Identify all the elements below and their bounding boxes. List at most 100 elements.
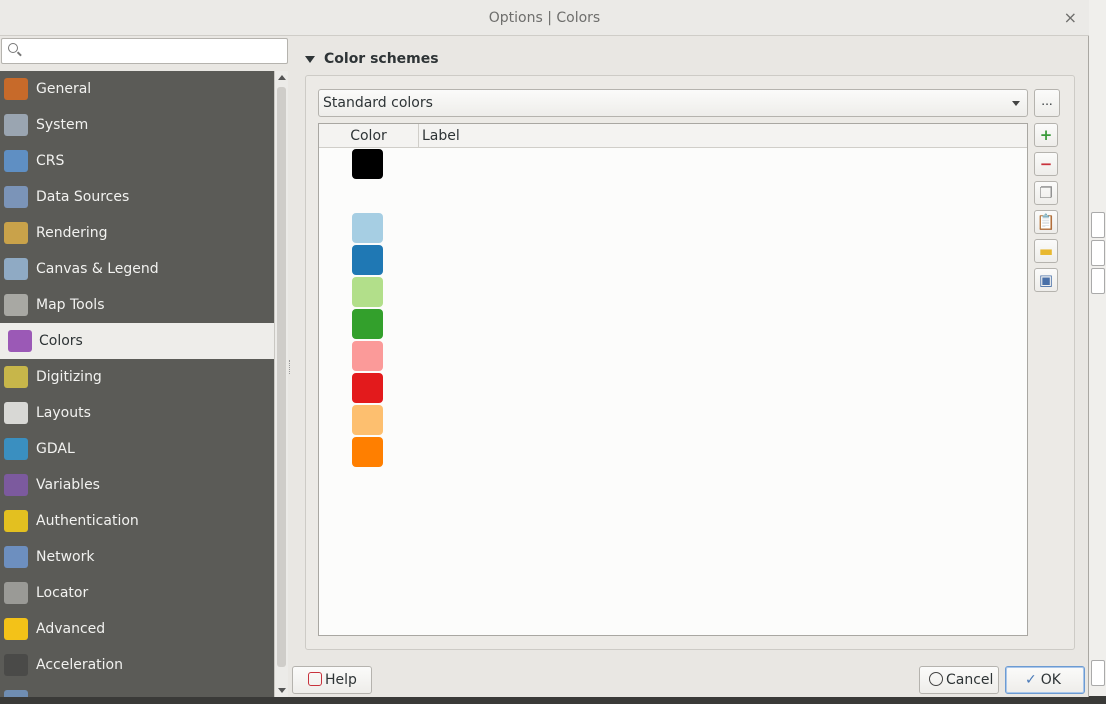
sidebar-item-label: CRS (36, 153, 65, 169)
sidebar-item-locator[interactable]: Locator (0, 575, 274, 611)
gdal-icon (4, 438, 28, 460)
scheme-menu-button[interactable]: ... (1034, 89, 1060, 117)
locator-icon (4, 582, 28, 604)
column-header-label[interactable]: Label (420, 124, 460, 148)
authentication-icon (4, 510, 28, 532)
sidebar-item-label: GDAL (36, 441, 75, 457)
export-colors-icon: ▣ (1038, 271, 1054, 289)
cancel-icon (929, 672, 943, 686)
sidebar-item-variables[interactable]: Variables (0, 467, 274, 503)
sidebar-item-authentication[interactable]: Authentication (0, 503, 274, 539)
left-panel: General System CRS Data Sources Rendering Can… (0, 37, 289, 697)
sidebar-item-digitizing[interactable]: Digitizing (0, 359, 274, 395)
sidebar-item-data-sources[interactable]: Data Sources (0, 179, 274, 215)
sidebar-item-map-tools[interactable]: Map Tools (0, 287, 274, 323)
background-widget (1091, 240, 1105, 266)
sidebar-item-label: Map Tools (36, 297, 105, 313)
color-table: Color Label (318, 123, 1028, 636)
sidebar-item-label: Data Sources (36, 189, 130, 205)
network-icon (4, 546, 28, 568)
help-button[interactable]: Help (292, 666, 372, 694)
color-swatch[interactable] (352, 277, 383, 307)
cancel-button[interactable]: Cancel (919, 666, 999, 694)
import-colors-button[interactable]: ▬ (1034, 239, 1058, 263)
more-icon (4, 690, 28, 697)
background-map-strip (0, 696, 1106, 704)
scroll-up-icon[interactable] (278, 75, 286, 80)
sidebar-item-label: System (36, 117, 89, 133)
canvas-legend-icon (4, 258, 28, 280)
scroll-thumb[interactable] (277, 87, 286, 667)
remove-color-button[interactable]: − (1034, 152, 1058, 176)
color-swatch[interactable] (352, 341, 383, 371)
export-colors-button[interactable]: ▣ (1034, 268, 1058, 292)
copy-colors-button[interactable]: ❐ (1034, 181, 1058, 205)
close-icon[interactable]: × (1064, 0, 1077, 36)
help-label: Help (325, 672, 357, 688)
sidebar-item-advanced[interactable]: Advanced (0, 611, 274, 647)
sidebar-item-crs[interactable]: CRS (0, 143, 274, 179)
right-panel: Color schemes Standard colors ... Color … (291, 37, 1089, 697)
help-icon (308, 672, 322, 686)
ok-button[interactable]: ✓ OK (1005, 666, 1085, 694)
sidebar-item-acceleration[interactable]: Acceleration (0, 647, 274, 683)
nav-scrollbar[interactable] (274, 71, 288, 697)
color-schemes-header[interactable]: Color schemes (305, 51, 439, 71)
add-color-button[interactable]: + (1034, 123, 1058, 147)
general-icon (4, 78, 28, 100)
acceleration-icon (4, 654, 28, 676)
options-dialog: Options | Colors × General System CRS Data … (0, 0, 1089, 697)
color-swatch[interactable] (352, 309, 383, 339)
scroll-down-icon[interactable] (278, 688, 286, 693)
cancel-label: Cancel (946, 672, 994, 688)
sidebar-item-label: Advanced (36, 621, 106, 637)
sidebar-item-label: Layouts (36, 405, 91, 421)
add-color-icon: + (1039, 126, 1053, 144)
sidebar-item-layouts[interactable]: Layouts (0, 395, 274, 431)
sidebar-item-label: Locator (36, 585, 89, 601)
check-icon: ✓ (1025, 672, 1037, 688)
search-input[interactable] (24, 41, 284, 61)
sidebar-item-rendering[interactable]: Rendering (0, 215, 274, 251)
ok-label: OK (1040, 672, 1061, 688)
background-widget (1091, 212, 1105, 238)
window-title: Options | Colors (488, 10, 601, 26)
colors-icon (8, 330, 32, 352)
sidebar-item-more[interactable] (0, 683, 274, 697)
collapse-icon[interactable] (305, 55, 315, 63)
variables-icon (4, 474, 28, 496)
copy-colors-icon: ❐ (1039, 184, 1053, 202)
table-header: Color Label (319, 124, 1027, 148)
sidebar-item-label: Colors (39, 333, 83, 349)
paste-colors-icon: 📋 (1036, 213, 1056, 231)
import-colors-icon: ▬ (1038, 242, 1054, 260)
color-swatch[interactable] (352, 213, 383, 243)
scheme-select[interactable]: Standard colors (318, 89, 1028, 117)
sidebar-item-general[interactable]: General (0, 71, 274, 107)
paste-colors-button[interactable]: 📋 (1034, 210, 1058, 234)
sidebar-item-label: Canvas & Legend (36, 261, 159, 277)
remove-color-icon: − (1039, 155, 1053, 173)
layouts-icon (4, 402, 28, 424)
color-swatch[interactable] (352, 405, 383, 435)
color-swatch[interactable] (352, 437, 383, 467)
color-swatch[interactable] (352, 149, 383, 179)
chevron-down-icon (1012, 101, 1020, 106)
sidebar-item-network[interactable]: Network (0, 539, 274, 575)
sidebar-item-system[interactable]: System (0, 107, 274, 143)
sidebar-item-gdal[interactable]: GDAL (0, 431, 274, 467)
color-swatch[interactable] (352, 245, 383, 275)
system-icon (4, 114, 28, 136)
sidebar-item-label: Digitizing (36, 369, 102, 385)
color-swatch[interactable] (352, 373, 383, 403)
sidebar-item-label: Variables (36, 477, 100, 493)
color-schemes-title: Color schemes (324, 51, 439, 67)
background-widget (1091, 268, 1105, 294)
background-window-strip (1088, 0, 1106, 704)
column-header-color[interactable]: Color (319, 124, 419, 148)
sidebar-item-label: Network (36, 549, 95, 565)
sidebar-item-canvas-legend[interactable]: Canvas & Legend (0, 251, 274, 287)
search-box[interactable] (1, 38, 288, 64)
sidebar-item-colors[interactable]: Colors (0, 323, 274, 359)
data-sources-icon (4, 186, 28, 208)
